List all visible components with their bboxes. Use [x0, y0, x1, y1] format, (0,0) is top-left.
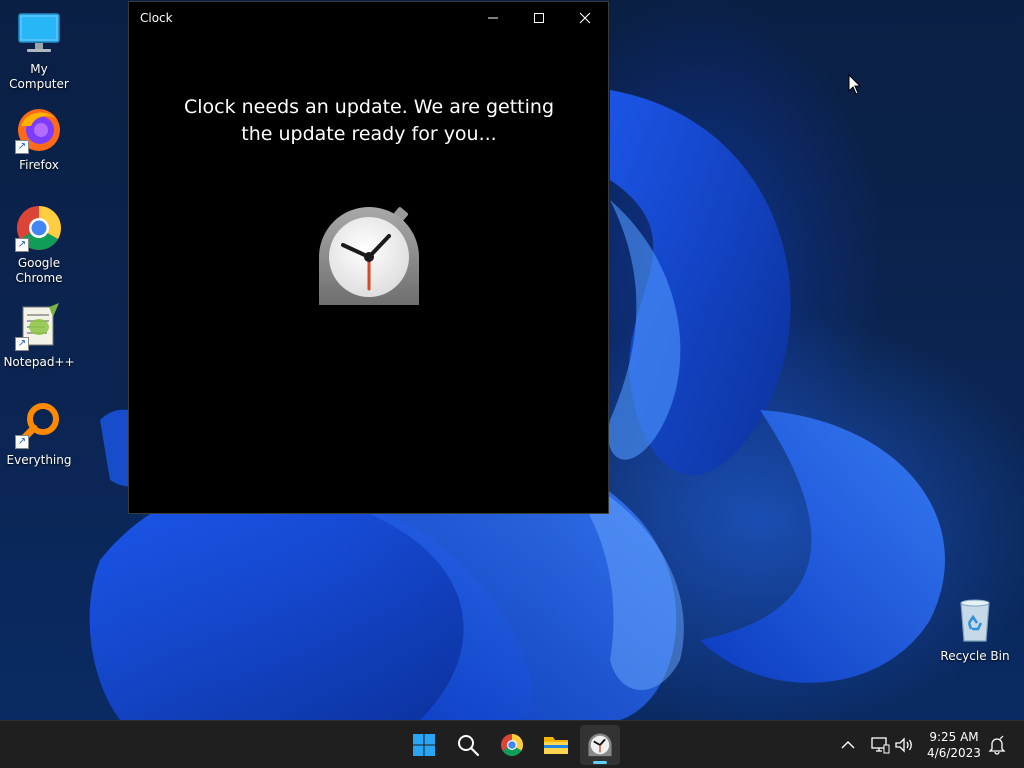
shortcut-arrow-icon: ↗	[15, 337, 29, 351]
maximize-icon	[534, 13, 544, 23]
volume-button[interactable]	[892, 733, 916, 757]
desktop-icon-label: Recycle Bin	[940, 649, 1010, 663]
close-button[interactable]	[562, 2, 608, 34]
everything-search-icon: ↗	[15, 401, 63, 449]
close-icon	[579, 12, 591, 24]
minimize-icon	[488, 17, 498, 19]
start-button[interactable]	[404, 725, 444, 765]
desktop-icon-my-computer[interactable]: My Computer	[0, 10, 78, 92]
taskbar-chrome-button[interactable]	[492, 725, 532, 765]
desktop-icon-google-chrome[interactable]: ↗ Google Chrome	[0, 204, 78, 286]
windows-start-icon	[413, 734, 435, 756]
notification-bell-icon	[988, 735, 1006, 755]
shortcut-arrow-icon: ↗	[15, 140, 29, 154]
desktop-icon-everything[interactable]: ↗ Everything	[0, 401, 78, 468]
desktop-icon-label: Firefox	[19, 158, 59, 172]
desktop-icon-label: Everything	[6, 453, 72, 467]
firefox-icon: ↗	[15, 106, 63, 154]
chrome-icon: ↗	[15, 204, 63, 252]
chevron-up-icon	[841, 741, 855, 749]
search-icon	[458, 735, 480, 757]
mouse-cursor-icon	[848, 74, 862, 95]
update-message: Clock needs an update. We are getting th…	[183, 96, 555, 145]
clock-icon	[588, 733, 612, 757]
file-explorer-icon	[544, 737, 568, 754]
minimize-button[interactable]	[470, 2, 516, 34]
desktop-icon-notepad-plus-plus[interactable]: ↗ Notepad++	[0, 303, 78, 370]
desktop-icon-label: Google Chrome	[15, 256, 63, 285]
taskbar-search-button[interactable]	[448, 725, 488, 765]
maximize-button[interactable]	[516, 2, 562, 34]
show-hidden-icons-button[interactable]	[836, 733, 860, 757]
notifications-button[interactable]	[985, 733, 1009, 757]
clock-app-window[interactable]: Clock Clock needs an update. We are gett…	[128, 1, 609, 514]
desktop-icon-firefox[interactable]: ↗ Firefox	[0, 106, 78, 173]
network-icon	[871, 737, 890, 754]
chrome-icon	[501, 734, 523, 756]
taskbar-file-explorer-button[interactable]	[536, 725, 576, 765]
clock-app-icon	[319, 207, 419, 305]
network-status-button[interactable]	[868, 733, 892, 757]
taskbar-clock-button[interactable]	[580, 725, 620, 765]
taskbar-clock[interactable]: 9:25 AM 4/6/2023	[921, 729, 987, 761]
taskbar-date: 4/6/2023	[927, 746, 981, 760]
taskbar-time: 9:25 AM	[929, 730, 979, 744]
monitor-icon	[15, 10, 63, 58]
window-titlebar[interactable]: Clock	[129, 2, 608, 34]
desktop-icon-recycle-bin[interactable]: Recycle Bin	[936, 597, 1014, 664]
shortcut-arrow-icon: ↗	[15, 238, 29, 252]
recycle-bin-icon	[951, 597, 999, 645]
notepad-plus-plus-icon: ↗	[15, 303, 63, 351]
active-app-indicator	[593, 761, 607, 764]
taskbar[interactable]: 9:25 AM 4/6/2023	[0, 720, 1024, 768]
desktop-icon-label: Notepad++	[3, 355, 75, 369]
desktop-icon-label: My Computer	[9, 62, 69, 91]
window-title: Clock	[140, 11, 173, 25]
shortcut-arrow-icon: ↗	[15, 435, 29, 449]
speaker-icon	[895, 737, 912, 753]
